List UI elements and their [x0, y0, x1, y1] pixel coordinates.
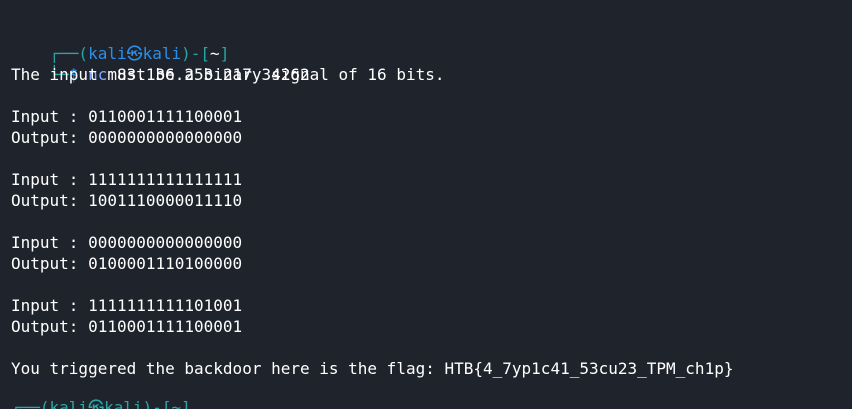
input-label: Input :	[11, 296, 89, 315]
output-value: 0110001111100001	[88, 317, 243, 336]
input-value: 1111111111111111	[88, 170, 243, 189]
input-line: Input : 1111111111101001	[11, 295, 242, 316]
output-intro: The input must be a binary signal of 16 …	[11, 65, 445, 84]
terminal-window[interactable]: ┌──(kali㉿kali)-[~] └─$ nc 83.136.253.217…	[0, 0, 852, 409]
output-label: Output:	[11, 191, 89, 210]
input-value: 1111111111101001	[88, 296, 243, 315]
input-line: Input : 1111111111111111	[11, 169, 242, 190]
flag-message: You triggered the backdoor here is the f…	[11, 359, 734, 378]
input-label: Input :	[11, 107, 89, 126]
output-line: Output: 0000000000000000	[11, 127, 242, 148]
command-line[interactable]: └─$ nc 83.136.253.217 34262	[11, 43, 310, 84]
output-value: 1001110000011110	[88, 191, 243, 210]
output-line: Output: 1001110000011110	[11, 190, 242, 211]
input-value: 0110001111100001	[88, 107, 243, 126]
output-line: Output: 0100001110100000	[11, 253, 242, 274]
output-line: Output: 0110001111100001	[11, 316, 242, 337]
input-value: 0000000000000000	[88, 233, 243, 252]
input-line: Input : 0000000000000000	[11, 232, 242, 253]
input-label: Input :	[11, 233, 89, 252]
prompt-line-top: ┌──(kali㉿kali)-[~]	[11, 22, 230, 63]
output-label: Output:	[11, 317, 89, 336]
next-prompt-fragment: ┌──(kali㉿kali)-[~]	[11, 398, 191, 409]
output-value: 0100001110100000	[88, 254, 243, 273]
output-value: 0000000000000000	[88, 128, 243, 147]
input-line: Input : 0110001111100001	[11, 106, 242, 127]
input-label: Input :	[11, 170, 89, 189]
output-label: Output:	[11, 128, 89, 147]
output-label: Output:	[11, 254, 89, 273]
